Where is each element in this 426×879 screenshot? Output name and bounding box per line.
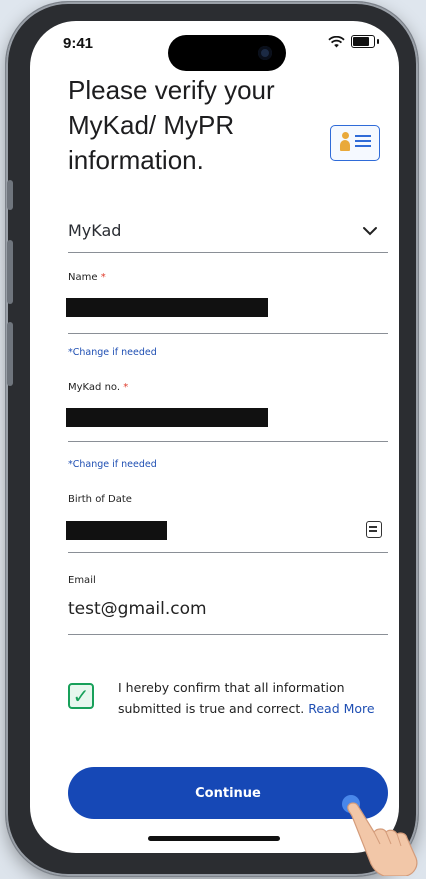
name-divider — [68, 333, 388, 334]
volume-down-button — [7, 322, 13, 386]
mykad-field-redacted[interactable] — [66, 408, 268, 427]
checkmark-icon: ✓ — [72, 684, 90, 708]
chevron-down-icon[interactable] — [362, 226, 378, 236]
email-input[interactable]: test@gmail.com — [68, 599, 207, 619]
name-label-text: Name — [68, 272, 98, 283]
status-icons — [328, 35, 379, 48]
portrait-head — [341, 132, 349, 139]
mykad-label: MyKad no. * — [68, 382, 128, 393]
mykad-divider — [68, 441, 388, 442]
status-time: 9:41 — [63, 35, 94, 52]
portrait-body — [340, 140, 350, 151]
battery-tip — [377, 39, 379, 44]
birth-date-divider — [68, 552, 388, 553]
pointing-hand-icon — [347, 802, 418, 876]
id-type-select[interactable]: MyKad — [68, 221, 121, 240]
birth-date-field-redacted[interactable] — [66, 521, 167, 540]
name-field-redacted[interactable] — [66, 298, 268, 317]
dynamic-island — [168, 35, 286, 71]
id-type-divider — [68, 252, 388, 253]
wifi-icon — [328, 35, 345, 47]
birth-date-label: Birth of Date — [68, 494, 132, 505]
name-required-mark: * — [100, 272, 106, 283]
id-card-lines — [355, 135, 371, 150]
email-label: Email — [68, 575, 96, 586]
calendar-icon[interactable] — [366, 521, 382, 538]
id-card-icon — [330, 125, 380, 161]
consent-checkbox[interactable]: ✓ — [68, 683, 94, 709]
app-screen: 9:41 Please verify your MyKad/ MyPR info… — [30, 21, 399, 853]
mute-switch — [7, 180, 13, 210]
mykad-change-hint: *Change if needed — [68, 459, 157, 470]
read-more-link[interactable]: Read More — [308, 701, 374, 716]
email-divider — [68, 634, 388, 635]
camera-lens — [258, 46, 272, 60]
name-change-hint: *Change if needed — [68, 347, 157, 358]
id-card-portrait — [340, 132, 350, 152]
phone-frame: 9:41 Please verify your MyKad/ MyPR info… — [6, 2, 418, 876]
page-title: Please verify your MyKad/ MyPR informati… — [68, 75, 275, 175]
mykad-required-mark: * — [123, 382, 129, 393]
continue-button[interactable]: Continue — [68, 767, 388, 819]
continue-label: Continue — [195, 785, 261, 801]
home-indicator — [148, 836, 280, 841]
mykad-label-text: MyKad no. — [68, 382, 121, 393]
name-label: Name * — [68, 272, 106, 283]
consent-text: I hereby confirm that all information su… — [118, 677, 398, 719]
battery-icon — [351, 35, 375, 48]
volume-up-button — [7, 240, 13, 304]
